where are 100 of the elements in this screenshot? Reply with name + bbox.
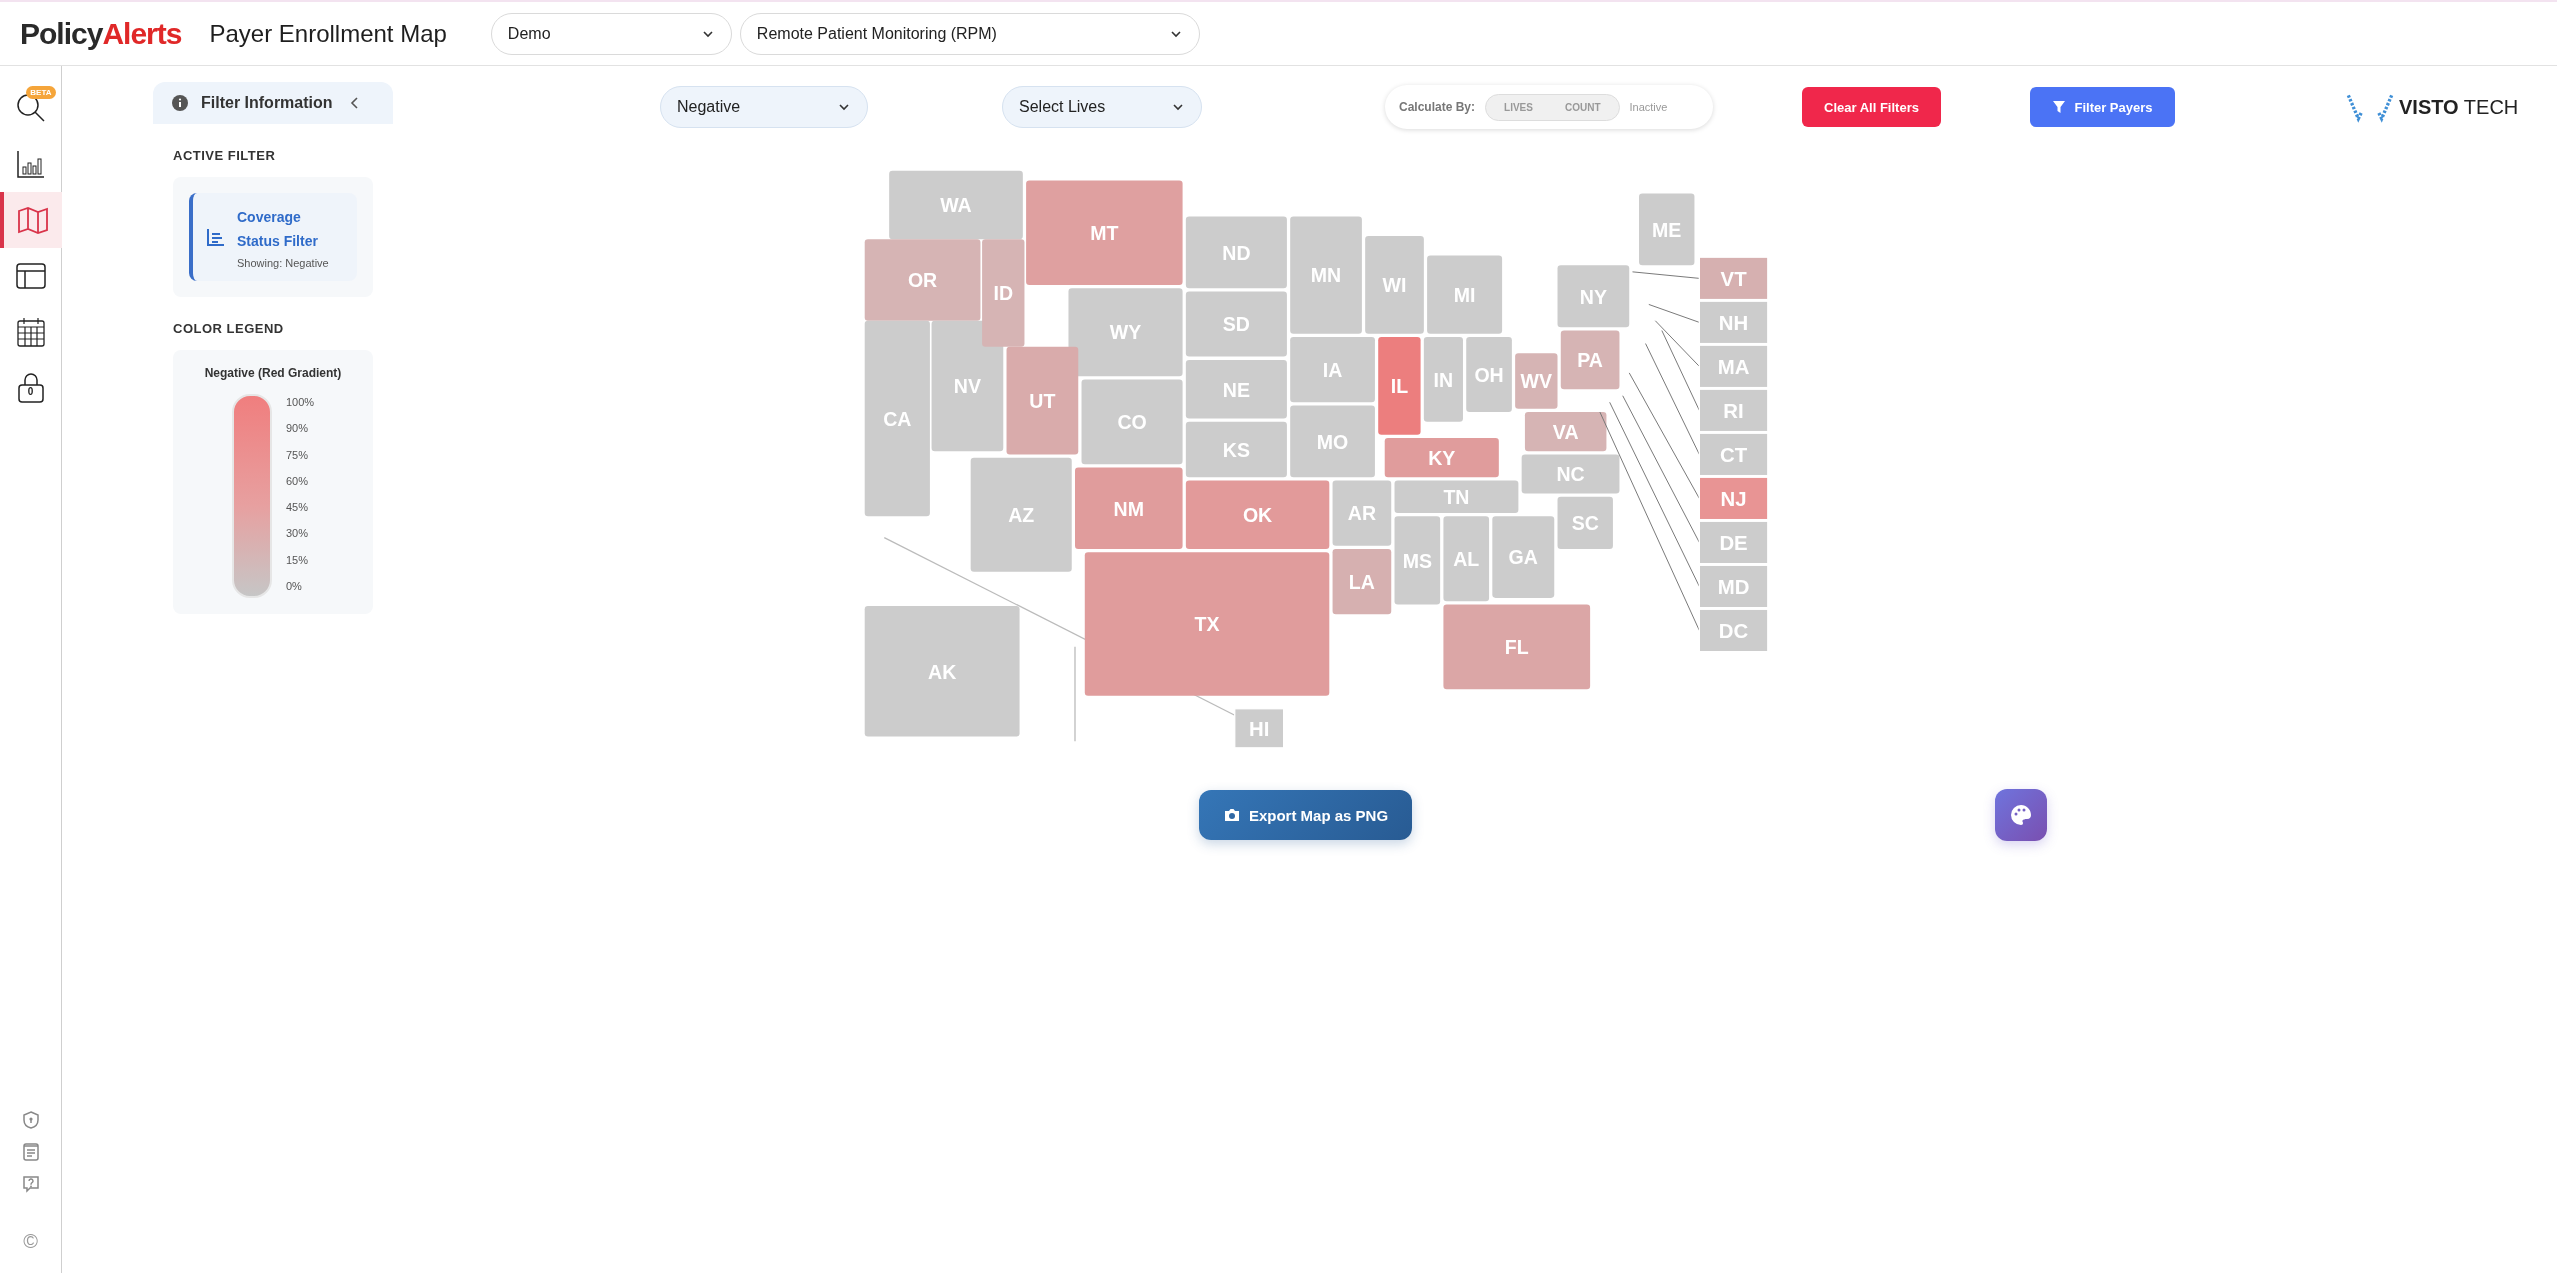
- filter-value: Showing: Negative: [237, 257, 329, 269]
- state-label: PA: [1577, 349, 1603, 372]
- help-icon[interactable]: [20, 1174, 41, 1194]
- legend-tick: 60%: [285, 474, 309, 487]
- state-region[interactable]: [1365, 236, 1424, 334]
- state-region[interactable]: [1639, 193, 1695, 266]
- state-region[interactable]: [1443, 516, 1490, 602]
- state-region[interactable]: [1492, 516, 1555, 598]
- state-label: ID: [993, 282, 1014, 305]
- state-region[interactable]: [1006, 346, 1079, 455]
- state-region[interactable]: [1185, 216, 1287, 289]
- state-region[interactable]: [1524, 412, 1607, 452]
- state-region[interactable]: [1081, 379, 1183, 465]
- filter-payers-button[interactable]: Filter Payers: [2030, 87, 2175, 127]
- legend-tick: 100%: [285, 396, 315, 408]
- camera-icon: [1222, 806, 1241, 824]
- state-region[interactable]: [1384, 438, 1499, 478]
- state-label: FL: [1504, 636, 1529, 659]
- state-region[interactable]: [1557, 496, 1613, 549]
- state-label: IL: [1390, 375, 1409, 398]
- state-region[interactable]: [931, 320, 1004, 452]
- select-field[interactable]: Demo: [490, 12, 732, 55]
- state-box[interactable]: [1234, 708, 1285, 749]
- lock-nav-item[interactable]: 0: [0, 360, 62, 416]
- export-button[interactable]: Export Map as PNG: [1199, 790, 1412, 840]
- brand-name: VISTO TECH: [2399, 95, 2519, 119]
- state-label: KY: [1428, 447, 1456, 469]
- state-region[interactable]: [1557, 265, 1630, 328]
- beta-badge: BETA: [26, 86, 56, 99]
- state-region[interactable]: [1185, 421, 1287, 478]
- state-region[interactable]: [1423, 337, 1463, 422]
- state-box[interactable]: [1698, 344, 1769, 389]
- leader-line: [1632, 271, 1700, 279]
- legend-title: Negative (Red Gradient): [203, 366, 343, 380]
- state-region[interactable]: [864, 606, 1020, 737]
- state-region[interactable]: [1427, 255, 1503, 334]
- map-nav-item[interactable]: [0, 192, 62, 248]
- state-region[interactable]: [1521, 454, 1620, 494]
- state-region[interactable]: [1185, 480, 1330, 549]
- state-region[interactable]: [889, 170, 1023, 240]
- toggle-status: Inactive: [1629, 101, 1668, 113]
- state-region[interactable]: [1185, 359, 1287, 419]
- state-box[interactable]: [1698, 520, 1769, 565]
- state-region[interactable]: [1394, 480, 1519, 514]
- state-region[interactable]: [1443, 604, 1591, 690]
- state-region[interactable]: [982, 239, 1025, 347]
- state-label: OK: [1242, 504, 1273, 527]
- state-region[interactable]: [864, 239, 981, 321]
- state-box[interactable]: [1698, 388, 1769, 433]
- legend-tick: 45%: [285, 501, 309, 514]
- state-label: VA: [1552, 420, 1579, 443]
- brand-logo[interactable]: PolicyAlerts: [20, 16, 182, 51]
- panel-title: Filter Information: [201, 94, 333, 112]
- state-label: NM: [1113, 497, 1144, 520]
- state-region[interactable]: [1515, 353, 1558, 409]
- filter-name: Coverage Status Filter: [237, 208, 319, 251]
- state-box[interactable]: [1698, 300, 1769, 345]
- state-box[interactable]: [1698, 476, 1769, 521]
- document-icon[interactable]: [20, 1142, 41, 1162]
- state-box[interactable]: [1698, 256, 1769, 301]
- state-label: MT: [1090, 222, 1119, 245]
- legend-tick: 15%: [285, 553, 309, 566]
- legend-tick: 0%: [285, 579, 303, 592]
- palette-button[interactable]: [1995, 789, 2047, 841]
- state-region[interactable]: [1332, 480, 1392, 546]
- section-heading: ACTIVE FILTER: [173, 148, 277, 163]
- clear-filters-button[interactable]: Clear All Filters: [1802, 87, 1941, 127]
- state-region[interactable]: [1290, 405, 1375, 478]
- state-region[interactable]: [1290, 216, 1362, 334]
- filter-icon: [2052, 100, 2067, 114]
- state-region[interactable]: [1378, 337, 1421, 435]
- legend-tick: 90%: [285, 422, 309, 435]
- state-region[interactable]: [1290, 337, 1375, 403]
- state-region[interactable]: [1075, 467, 1183, 549]
- state-label: LA: [1348, 570, 1375, 593]
- legend-tick: 75%: [285, 448, 309, 461]
- state-label: TX: [1194, 613, 1220, 636]
- state-box[interactable]: [1698, 608, 1769, 653]
- state-region[interactable]: [864, 320, 930, 517]
- state-region[interactable]: [1560, 330, 1620, 390]
- shield-icon[interactable]: [20, 1110, 41, 1130]
- legend-tick: 30%: [285, 527, 309, 540]
- state-region[interactable]: [970, 457, 1072, 572]
- status-select[interactable]: Negative: [660, 86, 868, 128]
- page-title: Payer Enrollment Map: [209, 19, 447, 48]
- state-region[interactable]: [1332, 548, 1392, 615]
- state-region[interactable]: [1084, 552, 1330, 696]
- state-label: UT: [1029, 389, 1056, 412]
- lock-count: 0: [27, 386, 34, 397]
- state-region[interactable]: [1068, 288, 1183, 377]
- state-box[interactable]: [1698, 564, 1769, 609]
- state-region[interactable]: [1466, 337, 1512, 413]
- state-region[interactable]: [1026, 180, 1183, 285]
- lives-select[interactable]: Select Lives: [1002, 86, 1202, 128]
- state-region[interactable]: [1185, 291, 1287, 357]
- info-icon: [171, 94, 189, 112]
- state-box[interactable]: [1698, 432, 1769, 477]
- state-label: NJ: [1720, 487, 1747, 510]
- select-field[interactable]: Remote Patient Monitoring (RPM): [739, 12, 1200, 55]
- state-region[interactable]: [1394, 516, 1441, 605]
